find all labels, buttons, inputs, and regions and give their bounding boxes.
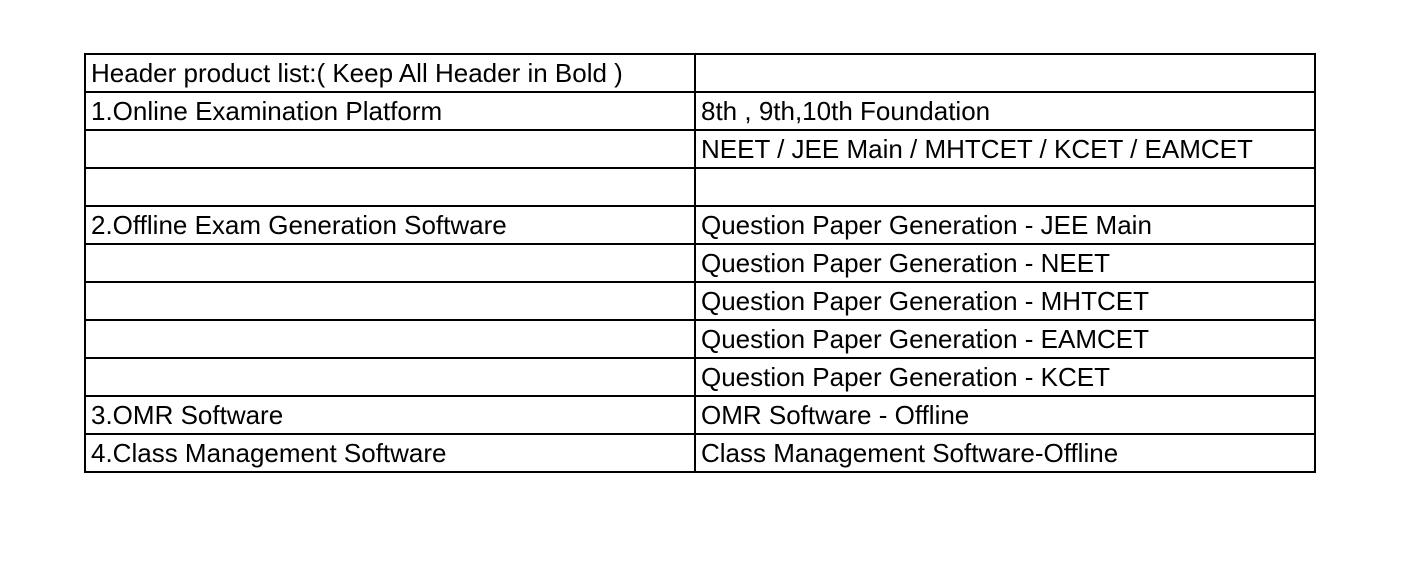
table-row: 3.OMR Software OMR Software - Offline bbox=[84, 395, 1316, 435]
left-cell bbox=[84, 319, 696, 359]
left-cell bbox=[84, 357, 696, 397]
left-cell: 1.Online Examination Platform bbox=[84, 91, 696, 131]
right-cell: NEET / JEE Main / MHTCET / KCET / EAMCET bbox=[694, 129, 1316, 169]
right-cell: Class Management Software-Offline bbox=[694, 433, 1316, 473]
left-cell bbox=[84, 243, 696, 283]
right-cell bbox=[694, 53, 1316, 93]
table-row: Question Paper Generation - KCET bbox=[84, 357, 1316, 397]
right-cell: Question Paper Generation - NEET bbox=[694, 243, 1316, 283]
right-cell: Question Paper Generation - KCET bbox=[694, 357, 1316, 397]
product-list-table: Header product list:( Keep All Header in… bbox=[84, 53, 1316, 473]
table-row: Question Paper Generation - EAMCET bbox=[84, 319, 1316, 359]
left-cell bbox=[84, 281, 696, 321]
table-row: NEET / JEE Main / MHTCET / KCET / EAMCET bbox=[84, 129, 1316, 169]
table-row: 2.Offline Exam Generation Software Quest… bbox=[84, 205, 1316, 245]
right-cell: Question Paper Generation - MHTCET bbox=[694, 281, 1316, 321]
table-body: Header product list:( Keep All Header in… bbox=[84, 53, 1316, 473]
right-cell: 8th , 9th,10th Foundation bbox=[694, 91, 1316, 131]
left-cell: 2.Offline Exam Generation Software bbox=[84, 205, 696, 245]
right-cell: Question Paper Generation - EAMCET bbox=[694, 319, 1316, 359]
table-row: 1.Online Examination Platform 8th , 9th,… bbox=[84, 91, 1316, 131]
table-row: Header product list:( Keep All Header in… bbox=[84, 53, 1316, 93]
table-row: Question Paper Generation - NEET bbox=[84, 243, 1316, 283]
right-cell: OMR Software - Offline bbox=[694, 395, 1316, 435]
left-cell bbox=[84, 167, 696, 207]
left-cell: 3.OMR Software bbox=[84, 395, 696, 435]
right-cell bbox=[694, 167, 1316, 207]
table-row: Question Paper Generation - MHTCET bbox=[84, 281, 1316, 321]
table-row: 4.Class Management Software Class Manage… bbox=[84, 433, 1316, 473]
left-cell: Header product list:( Keep All Header in… bbox=[84, 53, 696, 93]
right-cell: Question Paper Generation - JEE Main bbox=[694, 205, 1316, 245]
left-cell: 4.Class Management Software bbox=[84, 433, 696, 473]
table-row bbox=[84, 167, 1316, 207]
left-cell bbox=[84, 129, 696, 169]
